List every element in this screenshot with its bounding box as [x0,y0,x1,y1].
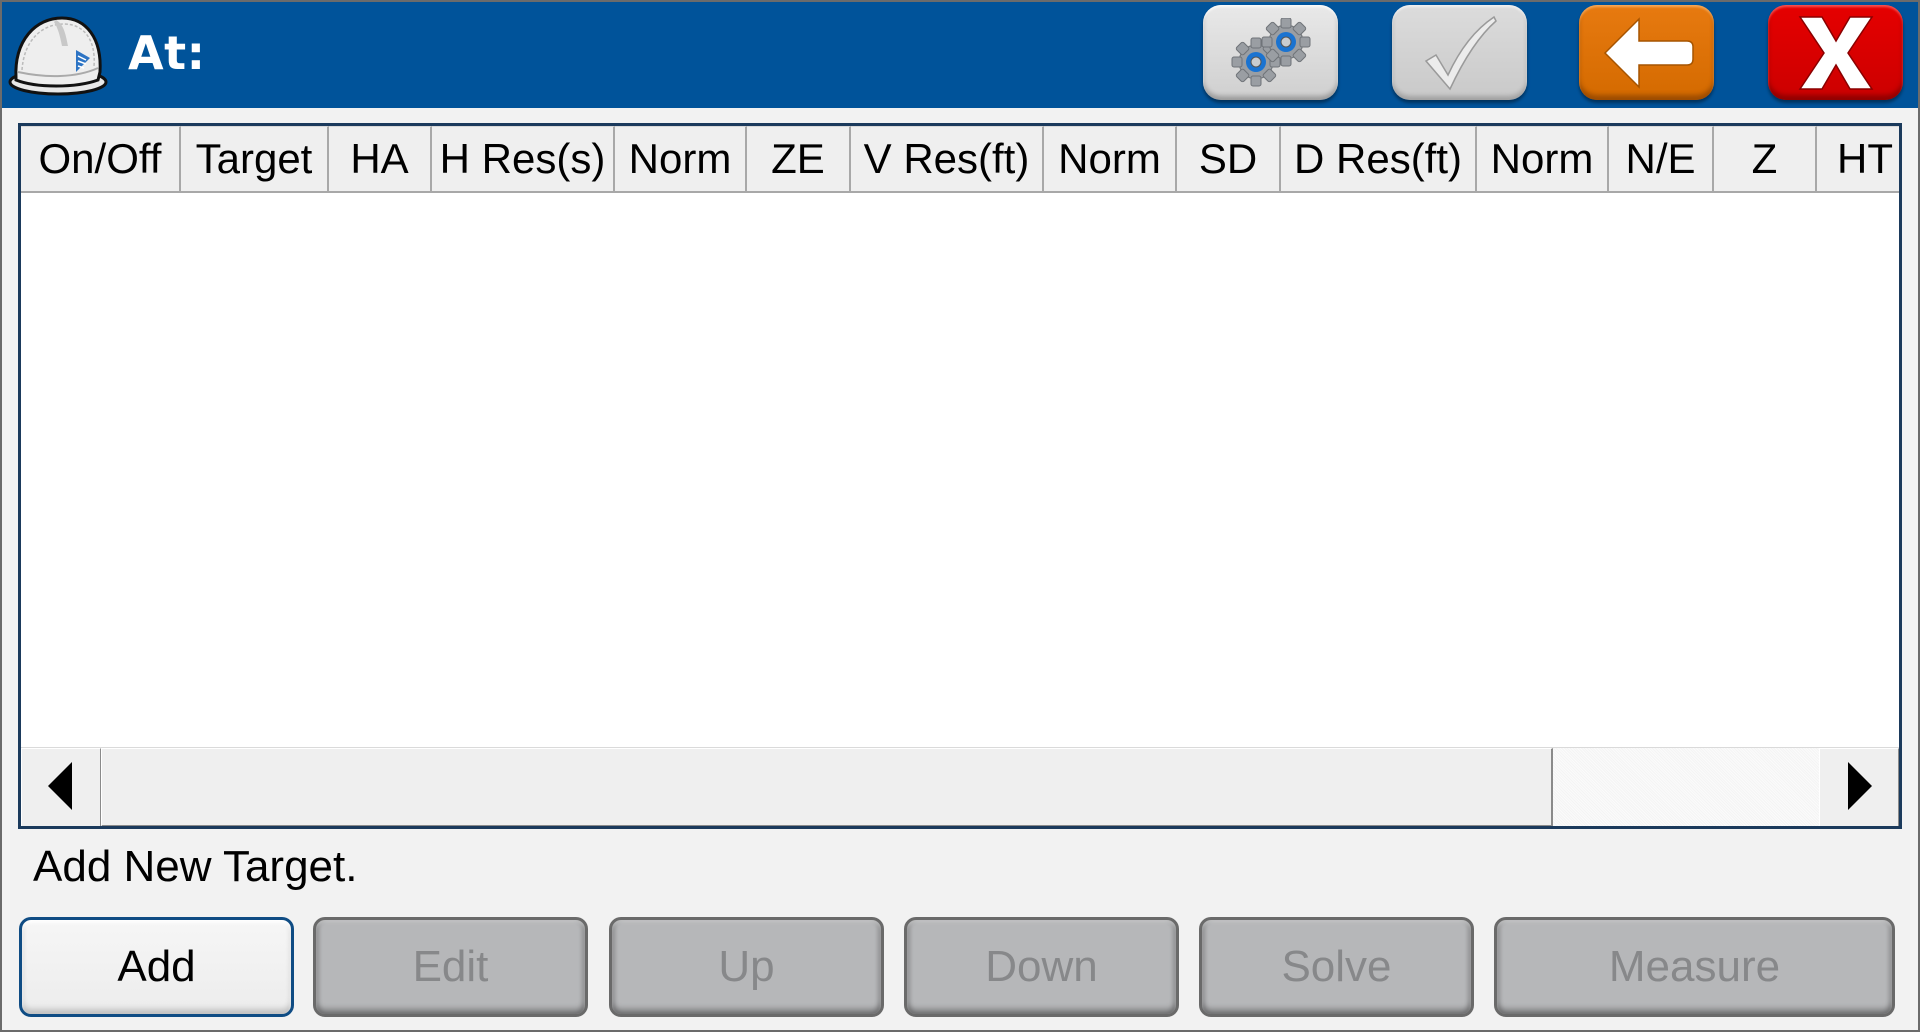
column-header-on-off[interactable]: On/Off [21,126,181,191]
column-header-ze[interactable]: ZE [747,126,851,191]
column-header-d-res[interactable]: D Res(ft) [1281,126,1477,191]
column-header-h-res[interactable]: H Res(s) [432,126,615,191]
scroll-left-button[interactable] [21,748,101,826]
triangle-left-icon [48,761,74,814]
gears-icon [1226,17,1316,88]
down-button[interactable]: Down [904,917,1179,1017]
close-button[interactable] [1768,5,1903,100]
accept-button[interactable] [1392,5,1527,100]
column-header-z[interactable]: Z [1714,126,1817,191]
status-message: Add New Target. [33,842,358,891]
table-header: On/Off Target HA H Res(s) Norm ZE V Res(… [21,126,1899,193]
table-body[interactable] [21,193,1899,748]
triangle-right-icon [1846,761,1872,814]
column-header-ha[interactable]: HA [329,126,432,191]
column-header-h-norm[interactable]: Norm [615,126,747,191]
up-button[interactable]: Up [609,917,884,1017]
column-header-v-res[interactable]: V Res(ft) [851,126,1044,191]
column-header-ht[interactable]: HT [1817,126,1899,191]
settings-button[interactable] [1203,5,1338,100]
page-title: At: [128,26,206,80]
title-bar: At: [2,2,1918,108]
x-icon [1796,13,1876,93]
scroll-right-button[interactable] [1819,748,1899,826]
back-button[interactable] [1579,5,1714,100]
column-header-target[interactable]: Target [181,126,329,191]
edit-button[interactable]: Edit [313,917,588,1017]
column-header-sd[interactable]: SD [1177,126,1281,191]
column-header-v-norm[interactable]: Norm [1044,126,1177,191]
checkmark-icon [1420,13,1500,93]
app-window: At: On/Off Target HA H Res(s) Norm ZE V … [0,0,1920,1032]
horizontal-scrollbar[interactable] [21,747,1899,826]
hard-hat-icon [6,10,108,98]
column-header-d-norm[interactable]: Norm [1477,126,1609,191]
targets-table: On/Off Target HA H Res(s) Norm ZE V Res(… [18,123,1902,829]
scroll-thumb[interactable] [101,748,1553,826]
solve-button[interactable]: Solve [1199,917,1474,1017]
arrow-left-icon [1599,15,1695,91]
add-button[interactable]: Add [19,917,294,1017]
column-header-n-e[interactable]: N/E [1609,126,1714,191]
measure-button[interactable]: Measure [1494,917,1895,1017]
